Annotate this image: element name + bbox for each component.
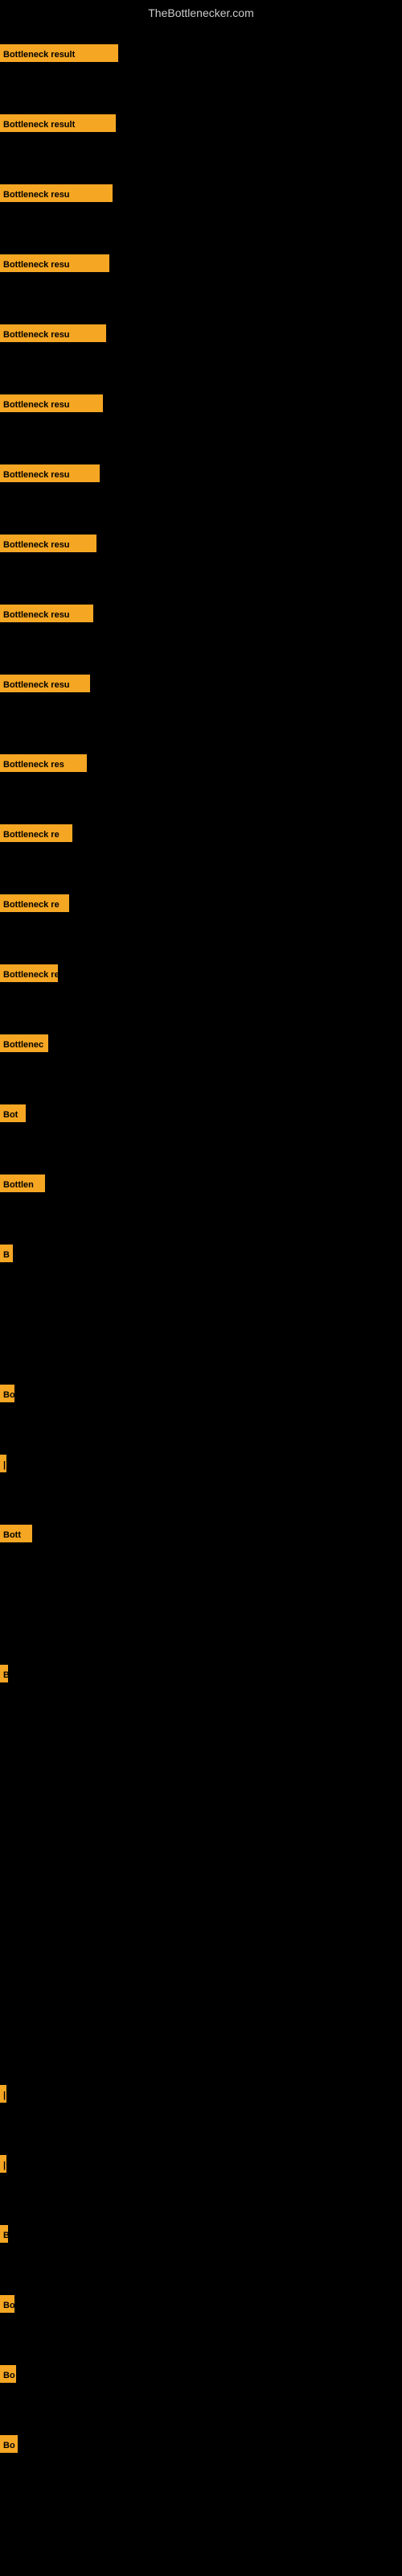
bar-row-11: Bottleneck re [0, 824, 72, 842]
bar-label-21: B [0, 1665, 8, 1682]
bar-row-22: | [0, 2085, 6, 2103]
bar-row-7: Bottleneck resu [0, 535, 96, 552]
bar-row-9: Bottleneck resu [0, 675, 90, 692]
bar-row-14: Bottlenec [0, 1034, 48, 1052]
bar-label-22: | [0, 2085, 6, 2103]
bar-row-0: Bottleneck result [0, 44, 118, 62]
bar-label-24: B [0, 2225, 8, 2243]
bar-label-9: Bottleneck resu [0, 675, 90, 692]
bar-label-25: Bo [0, 2295, 14, 2313]
bar-row-3: Bottleneck resu [0, 254, 109, 272]
bar-label-8: Bottleneck resu [0, 605, 93, 622]
bar-row-18: Bo [0, 1385, 14, 1402]
bar-label-1: Bottleneck result [0, 114, 116, 132]
bar-row-26: Bo [0, 2365, 16, 2383]
bar-row-25: Bo [0, 2295, 14, 2313]
bar-row-4: Bottleneck resu [0, 324, 106, 342]
bar-label-0: Bottleneck result [0, 44, 118, 62]
bar-label-15: Bot [0, 1104, 26, 1122]
bar-row-13: Bottleneck re [0, 964, 58, 982]
bar-label-16: Bottlen [0, 1174, 45, 1192]
bar-label-17: B [0, 1245, 13, 1262]
bar-row-12: Bottleneck re [0, 894, 69, 912]
bar-row-23: | [0, 2155, 6, 2173]
bar-label-7: Bottleneck resu [0, 535, 96, 552]
bar-row-19: | [0, 1455, 6, 1472]
bar-label-11: Bottleneck re [0, 824, 72, 842]
bar-label-12: Bottleneck re [0, 894, 69, 912]
bar-row-24: B [0, 2225, 8, 2243]
bar-label-6: Bottleneck resu [0, 464, 100, 482]
bar-label-5: Bottleneck resu [0, 394, 103, 412]
bar-label-2: Bottleneck resu [0, 184, 113, 202]
bar-row-16: Bottlen [0, 1174, 45, 1192]
bar-label-23: | [0, 2155, 6, 2173]
bar-label-27: Bo [0, 2435, 18, 2453]
bar-label-20: Bott [0, 1525, 32, 1542]
bar-label-26: Bo [0, 2365, 16, 2383]
bar-row-20: Bott [0, 1525, 32, 1542]
bar-row-8: Bottleneck resu [0, 605, 93, 622]
bar-label-18: Bo [0, 1385, 14, 1402]
site-title: TheBottlenecker.com [0, 0, 402, 23]
bar-row-1: Bottleneck result [0, 114, 116, 132]
bar-row-10: Bottleneck res [0, 754, 87, 772]
bar-row-6: Bottleneck resu [0, 464, 100, 482]
bar-label-4: Bottleneck resu [0, 324, 106, 342]
bar-row-2: Bottleneck resu [0, 184, 113, 202]
bar-row-21: B [0, 1665, 8, 1682]
bar-row-27: Bo [0, 2435, 18, 2453]
bar-label-14: Bottlenec [0, 1034, 48, 1052]
bar-label-10: Bottleneck res [0, 754, 87, 772]
bar-label-3: Bottleneck resu [0, 254, 109, 272]
bar-row-15: Bot [0, 1104, 26, 1122]
bar-row-5: Bottleneck resu [0, 394, 103, 412]
bar-row-17: B [0, 1245, 13, 1262]
bar-label-13: Bottleneck re [0, 964, 58, 982]
bar-label-19: | [0, 1455, 6, 1472]
